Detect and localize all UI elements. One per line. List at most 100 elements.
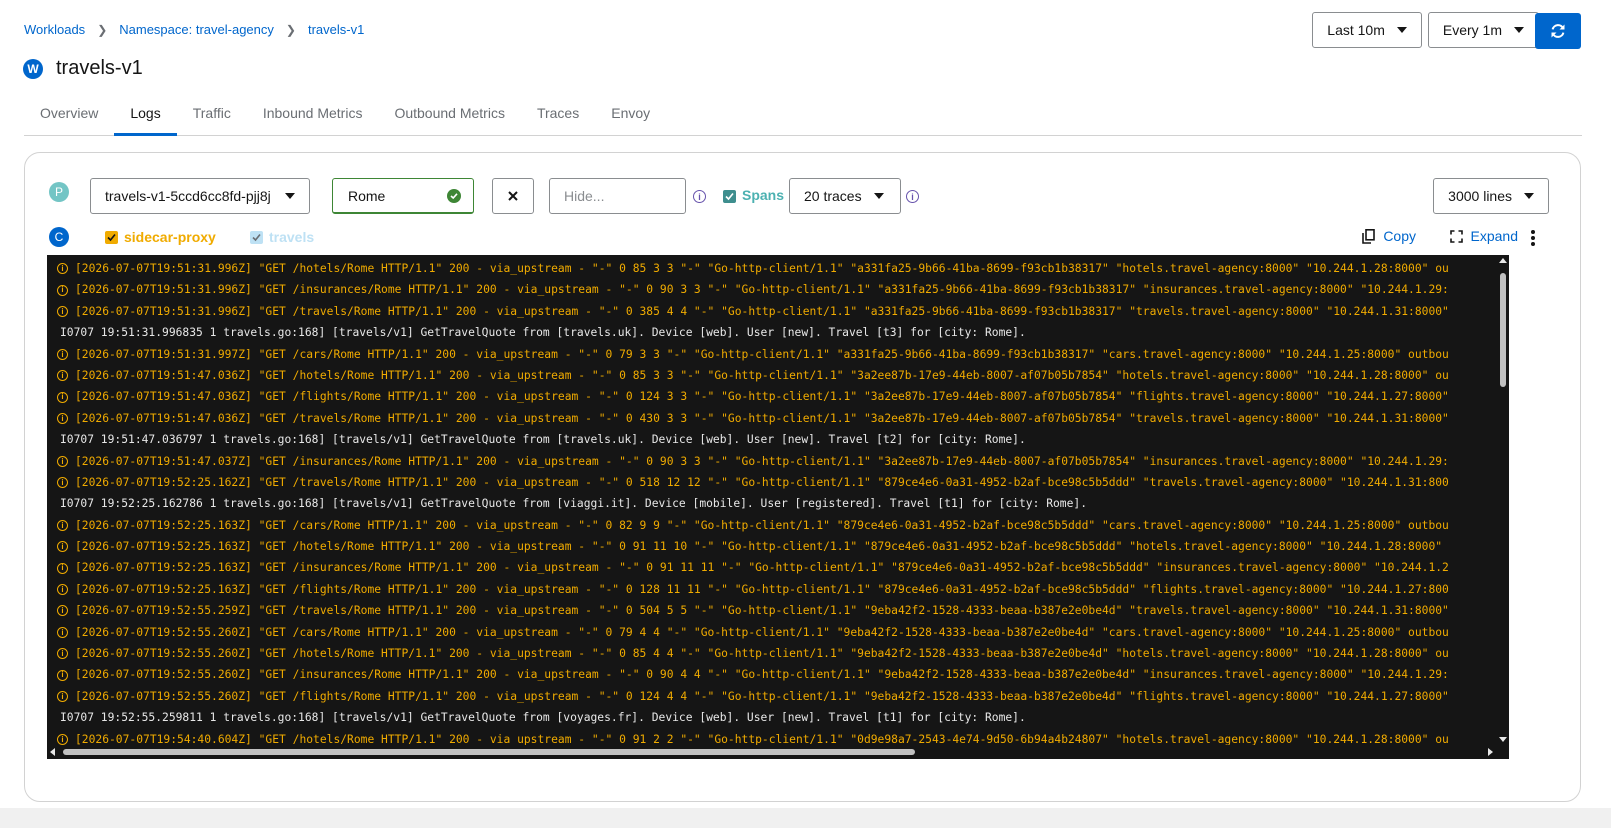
proxy-log-entry: i [2026-07-07T19:52:55.260Z] "GET /hotels… <box>47 643 1497 664</box>
tab-logs[interactable]: Logs <box>114 96 178 136</box>
log-text: [2026-07-07T19:51:47.036Z] "GET /travels… <box>75 411 1449 425</box>
horizontal-scrollbar[interactable] <box>47 745 1509 759</box>
sidecar-proxy-label: sidecar-proxy <box>124 229 216 245</box>
info-icon[interactable]: i <box>906 190 919 203</box>
vertical-scroll-thumb[interactable] <box>1500 273 1506 387</box>
travels-checkbox[interactable] <box>250 231 263 244</box>
refresh-interval-label: Every 1m <box>1442 22 1502 38</box>
spans-label: Spans <box>742 187 785 203</box>
check-icon <box>107 233 116 242</box>
caret-down-icon <box>285 193 295 199</box>
hide-filter-input[interactable] <box>549 178 686 214</box>
expand-icon <box>1449 229 1463 243</box>
info-icon: i <box>57 648 68 660</box>
log-text: I0707 19:52:55.259811 1 travels.go:168] … <box>60 711 1026 725</box>
tab-traces[interactable]: Traces <box>521 96 595 135</box>
caret-down-icon <box>873 193 884 199</box>
scroll-down-icon[interactable] <box>1499 737 1507 742</box>
app-log-entry: I0707 19:52:55.259811 1 travels.go:168] … <box>47 707 1497 728</box>
spans-checkbox[interactable] <box>723 190 736 203</box>
proxy-log-entry: i [2026-07-07T19:51:31.996Z] "GET /hotels… <box>47 258 1497 279</box>
proxy-log-entry: i [2026-07-07T19:52:55.260Z] "GET /cars/R… <box>47 622 1497 643</box>
info-icon: i <box>57 263 68 275</box>
check-circle-icon <box>447 188 461 203</box>
traces-select-value: 20 traces <box>804 188 862 204</box>
check-icon <box>252 233 261 242</box>
proxy-log-entry: i [2026-07-07T19:52:55.260Z] "GET /flight… <box>47 686 1497 707</box>
proxy-log-entry: i [2026-07-07T19:51:47.037Z] "GET /insura… <box>47 451 1497 472</box>
log-text: [2026-07-07T19:52:55.260Z] "GET /flights… <box>75 689 1449 703</box>
kebab-menu-icon[interactable] <box>1531 230 1535 246</box>
breadcrumb-current-link[interactable]: travels-v1 <box>308 22 364 37</box>
time-range-label: Last 10m <box>1327 22 1385 38</box>
proxy-log-entry: i [2026-07-07T19:51:31.996Z] "GET /travel… <box>47 301 1497 322</box>
max-lines-value: 3000 lines <box>1448 188 1512 204</box>
logs-panel: P travels-v1-5ccd6cc8fd-pjj8j Rome i Spa… <box>24 152 1581 802</box>
info-icon: i <box>57 455 68 467</box>
caret-down-icon <box>1396 27 1407 33</box>
time-range-dropdown[interactable]: Last 10m <box>1312 12 1422 48</box>
log-text: [2026-07-07T19:51:47.036Z] "GET /flights… <box>75 390 1449 404</box>
expand-button[interactable]: Expand <box>1449 228 1518 244</box>
info-icon: i <box>57 412 68 424</box>
info-icon: i <box>57 519 68 531</box>
tab-inbound-metrics[interactable]: Inbound Metrics <box>247 96 379 135</box>
horizontal-scroll-thumb[interactable] <box>63 749 915 755</box>
show-filter-input[interactable]: Rome <box>332 178 474 214</box>
tab-overview[interactable]: Overview <box>24 96 114 135</box>
info-icon: i <box>57 733 68 745</box>
log-text: [2026-07-07T19:51:31.996Z] "GET /travels… <box>75 304 1449 318</box>
copy-button[interactable]: Copy <box>1362 228 1416 244</box>
tab-traffic[interactable]: Traffic <box>177 96 247 135</box>
page-title: travels-v1 <box>56 57 143 79</box>
workload-badge: W <box>23 58 43 79</box>
caret-down-icon <box>1524 193 1534 199</box>
traces-select[interactable]: 20 traces <box>789 178 901 214</box>
refresh-interval-dropdown[interactable]: Every 1m <box>1427 12 1539 48</box>
proxy-log-entry: i [2026-07-07T19:51:47.036Z] "GET /hotels… <box>47 365 1497 386</box>
breadcrumb-namespace-link[interactable]: Namespace: travel-agency <box>119 22 274 37</box>
breadcrumb-workloads-link[interactable]: Workloads <box>24 22 85 37</box>
log-text: [2026-07-07T19:52:25.163Z] "GET /insuran… <box>75 561 1449 575</box>
log-text: [2026-07-07T19:52:55.260Z] "GET /cars/Ro… <box>75 625 1449 639</box>
caret-down-icon <box>1514 27 1524 33</box>
sidecar-proxy-checkbox[interactable] <box>105 231 118 244</box>
workload-tabs: Overview Logs Traffic Inbound Metrics Ou… <box>24 96 1582 136</box>
app-log-entry: I0707 19:51:31.996835 1 travels.go:168] … <box>47 322 1497 343</box>
pod-badge: P <box>49 182 69 202</box>
info-icon: i <box>57 305 68 317</box>
vertical-scrollbar[interactable] <box>1497 255 1509 745</box>
pod-select[interactable]: travels-v1-5ccd6cc8fd-pjj8j <box>90 178 310 214</box>
info-icon: i <box>57 541 68 553</box>
chevron-right-icon: ❯ <box>97 22 108 37</box>
copy-label: Copy <box>1383 228 1416 244</box>
log-viewer[interactable]: i [2026-07-07T19:51:31.996Z] "GET /hotels… <box>47 255 1509 759</box>
proxy-log-entry: i [2026-07-07T19:52:25.162Z] "GET /travel… <box>47 472 1497 493</box>
info-icon[interactable]: i <box>693 190 706 203</box>
clear-filter-button[interactable] <box>492 178 534 214</box>
proxy-log-entry: i [2026-07-07T19:51:47.036Z] "GET /flight… <box>47 386 1497 407</box>
log-text: [2026-07-07T19:51:31.996Z] "GET /hotels/… <box>75 262 1449 275</box>
scroll-up-icon[interactable] <box>1499 258 1507 263</box>
log-text: [2026-07-07T19:52:25.163Z] "GET /hotels/… <box>75 540 1443 554</box>
log-text: [2026-07-07T19:51:31.997Z] "GET /cars/Ro… <box>75 347 1449 361</box>
breadcrumb: Workloads ❯ Namespace: travel-agency ❯ t… <box>24 22 364 37</box>
refresh-button[interactable] <box>1535 13 1581 49</box>
show-filter-value: Rome <box>348 187 386 204</box>
log-text: [2026-07-07T19:51:31.996Z] "GET /insuran… <box>75 283 1449 297</box>
max-lines-select[interactable]: 3000 lines <box>1433 178 1549 214</box>
pod-select-value: travels-v1-5ccd6cc8fd-pjj8j <box>105 188 271 204</box>
scroll-right-icon[interactable] <box>1488 748 1493 756</box>
scroll-left-icon[interactable] <box>50 748 55 756</box>
log-text: I0707 19:51:31.996835 1 travels.go:168] … <box>60 326 1026 340</box>
log-text: [2026-07-07T19:52:55.260Z] "GET /insuran… <box>75 668 1449 682</box>
info-icon: i <box>57 691 68 702</box>
tab-outbound-metrics[interactable]: Outbound Metrics <box>378 96 521 135</box>
proxy-log-entry: i [2026-07-07T19:51:47.036Z] "GET /travel… <box>47 408 1497 429</box>
proxy-log-entry: i [2026-07-07T19:51:31.997Z] "GET /cars/R… <box>47 344 1497 365</box>
page-header: W travels-v1 <box>23 57 143 80</box>
proxy-log-entry: i [2026-07-07T19:52:25.163Z] "GET /hotels… <box>47 536 1497 557</box>
log-text: [2026-07-07T19:52:55.260Z] "GET /hotels/… <box>75 647 1449 661</box>
tab-envoy[interactable]: Envoy <box>595 96 666 135</box>
log-text: [2026-07-07T19:51:47.036Z] "GET /hotels/… <box>75 368 1449 382</box>
